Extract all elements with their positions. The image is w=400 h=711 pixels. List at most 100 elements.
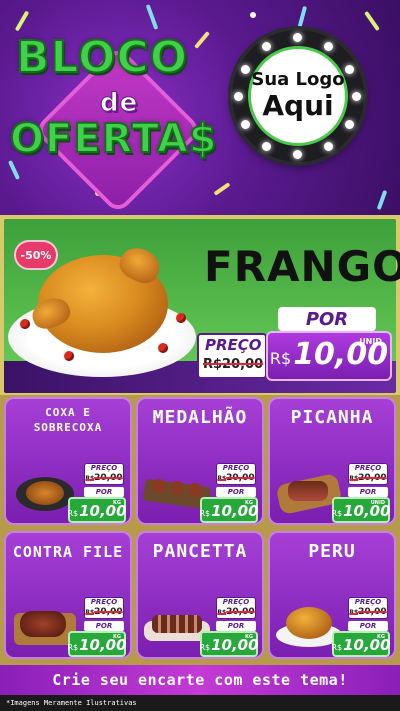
marquee-bulb	[234, 92, 243, 101]
price-currency: R$	[331, 509, 343, 518]
cta-banner[interactable]: Crie seu encarte com este tema!	[0, 665, 400, 695]
old-price-currency: R$	[349, 475, 359, 482]
preco-label: PREÇO	[354, 464, 382, 472]
price-currency: R$	[199, 643, 211, 652]
old-price: R$20,00	[217, 607, 255, 618]
marquee-bulb	[262, 42, 271, 51]
product-name: PERU	[308, 541, 356, 562]
product-card: PICANHA PREÇO R$20,00 POR R$ 10,00 UNID	[268, 397, 396, 525]
mini-preco-tag: PREÇO R$20,00	[84, 597, 124, 619]
tomato-garnish	[20, 319, 30, 329]
product-card: PERU PREÇO R$20,00 POR R$ 10,00 KG	[268, 531, 396, 659]
title-bloco: BLOCO	[15, 31, 189, 84]
marquee-bulb	[345, 120, 354, 129]
old-price: R$20,00	[203, 357, 264, 372]
price-unit: KG	[377, 634, 385, 640]
old-price-currency: R$	[349, 609, 359, 616]
mini-preco-tag: PREÇO R$20,00	[84, 463, 124, 485]
featured-por-tag: POR	[278, 307, 376, 331]
confetti	[145, 4, 159, 30]
marquee-bulb	[345, 65, 354, 74]
featured-price-box: R$ 10,00 UNID	[266, 331, 392, 381]
price-unit: UNID	[370, 500, 385, 506]
mini-por-tag: POR	[348, 621, 388, 631]
tomato-garnish	[158, 343, 168, 353]
old-price: R$20,00	[349, 607, 387, 618]
logo-circle: Sua Logo Aqui	[248, 46, 348, 146]
header-banner: BLOCO de OFERTA$ Sua Logo Aqui	[0, 0, 400, 215]
marquee-bulb	[241, 120, 250, 129]
confetti	[14, 10, 30, 32]
preco-label: PREÇO	[222, 464, 250, 472]
product-card: MEDALHÃO PREÇO R$20,00 POR R$ 10,00 KG	[136, 397, 264, 525]
marquee-bulb	[293, 33, 302, 42]
old-price-currency: R$	[217, 609, 227, 616]
title-de: de	[99, 88, 139, 119]
coxa-meat	[26, 481, 64, 505]
featured-preco-tag: PREÇO R$20,00	[197, 333, 267, 379]
price-unit: KG	[245, 500, 253, 506]
old-price-currency: R$	[217, 475, 227, 482]
mini-por-tag: POR	[84, 487, 124, 497]
medalhao-piece	[152, 479, 166, 493]
preco-label: PREÇO	[205, 336, 262, 354]
product-name: PANCETTA	[152, 541, 248, 562]
price-currency: R$	[269, 349, 292, 368]
picanha-meat	[288, 481, 328, 501]
pancetta-meat	[152, 615, 202, 633]
price-unit: UNID	[359, 337, 382, 346]
store-logo-placeholder: Sua Logo Aqui	[232, 30, 364, 162]
price-unit: KG	[113, 634, 121, 640]
product-card: CONTRA FILE PREÇO R$20,00 POR R$ 10,00 K…	[4, 531, 132, 659]
old-price-value: 20,00	[358, 607, 387, 617]
old-price-currency: R$	[85, 609, 95, 616]
preco-label: PREÇO	[222, 598, 250, 606]
price-currency: R$	[199, 509, 211, 518]
old-price: R$20,00	[85, 473, 123, 484]
marquee-bulb	[293, 150, 302, 159]
disclaimer-text: *Imagens Meramente Ilustrativas	[0, 695, 400, 711]
mini-por-tag: POR	[348, 487, 388, 497]
old-price: R$20,00	[85, 607, 123, 618]
product-name: PICANHA	[290, 407, 374, 428]
old-price-value: 20,00	[226, 607, 255, 617]
confetti	[376, 189, 388, 211]
preco-label: PREÇO	[90, 598, 118, 606]
confetti	[364, 10, 380, 32]
mini-price-box: R$ 10,00 KG	[199, 497, 259, 523]
mini-por-tag: POR	[84, 621, 124, 631]
marquee-bulb	[324, 42, 333, 51]
price-unit: KG	[245, 634, 253, 640]
mini-price-box: R$ 10,00 KG	[67, 497, 127, 523]
logo-text-line1: Sua Logo	[251, 69, 345, 90]
confetti	[250, 12, 256, 18]
mini-price-box: R$ 10,00 KG	[331, 631, 391, 657]
confetti	[296, 5, 308, 31]
title-ofertas: OFERTA$	[9, 115, 218, 163]
product-card: COXA E SOBRECOXA PREÇO R$20,00 POR R$ 10…	[4, 397, 132, 525]
mini-preco-tag: PREÇO R$20,00	[216, 463, 256, 485]
peru-roast	[286, 607, 332, 639]
old-price-currency: R$	[85, 475, 95, 482]
mini-preco-tag: PREÇO R$20,00	[348, 463, 388, 485]
mini-por-tag: POR	[216, 487, 256, 497]
mini-preco-tag: PREÇO R$20,00	[216, 597, 256, 619]
mini-preco-tag: PREÇO R$20,00	[348, 597, 388, 619]
product-name: MEDALHÃO	[152, 407, 248, 428]
old-price-value: 20,00	[94, 607, 123, 617]
featured-product-name: FRANGO	[204, 242, 400, 291]
product-card: PANCETTA PREÇO R$20,00 POR R$ 10,00 KG	[136, 531, 264, 659]
tomato-garnish	[64, 351, 74, 361]
old-price: R$20,00	[349, 473, 387, 484]
mini-por-tag: POR	[216, 621, 256, 631]
tomato-garnish	[176, 313, 186, 323]
product-name: COXA E SOBRECOXA	[33, 406, 103, 434]
old-price: R$20,00	[217, 473, 255, 484]
price-unit: KG	[113, 500, 121, 506]
old-price-value: 20,00	[226, 473, 255, 483]
old-price-value: 20,00	[94, 473, 123, 483]
product-name: CONTRA FILE	[12, 543, 124, 561]
marquee-bulb	[262, 142, 271, 151]
logo-text-line2: Aqui	[262, 88, 334, 122]
bloco-de-ofertas-logo: BLOCO de OFERTA$	[9, 30, 230, 215]
